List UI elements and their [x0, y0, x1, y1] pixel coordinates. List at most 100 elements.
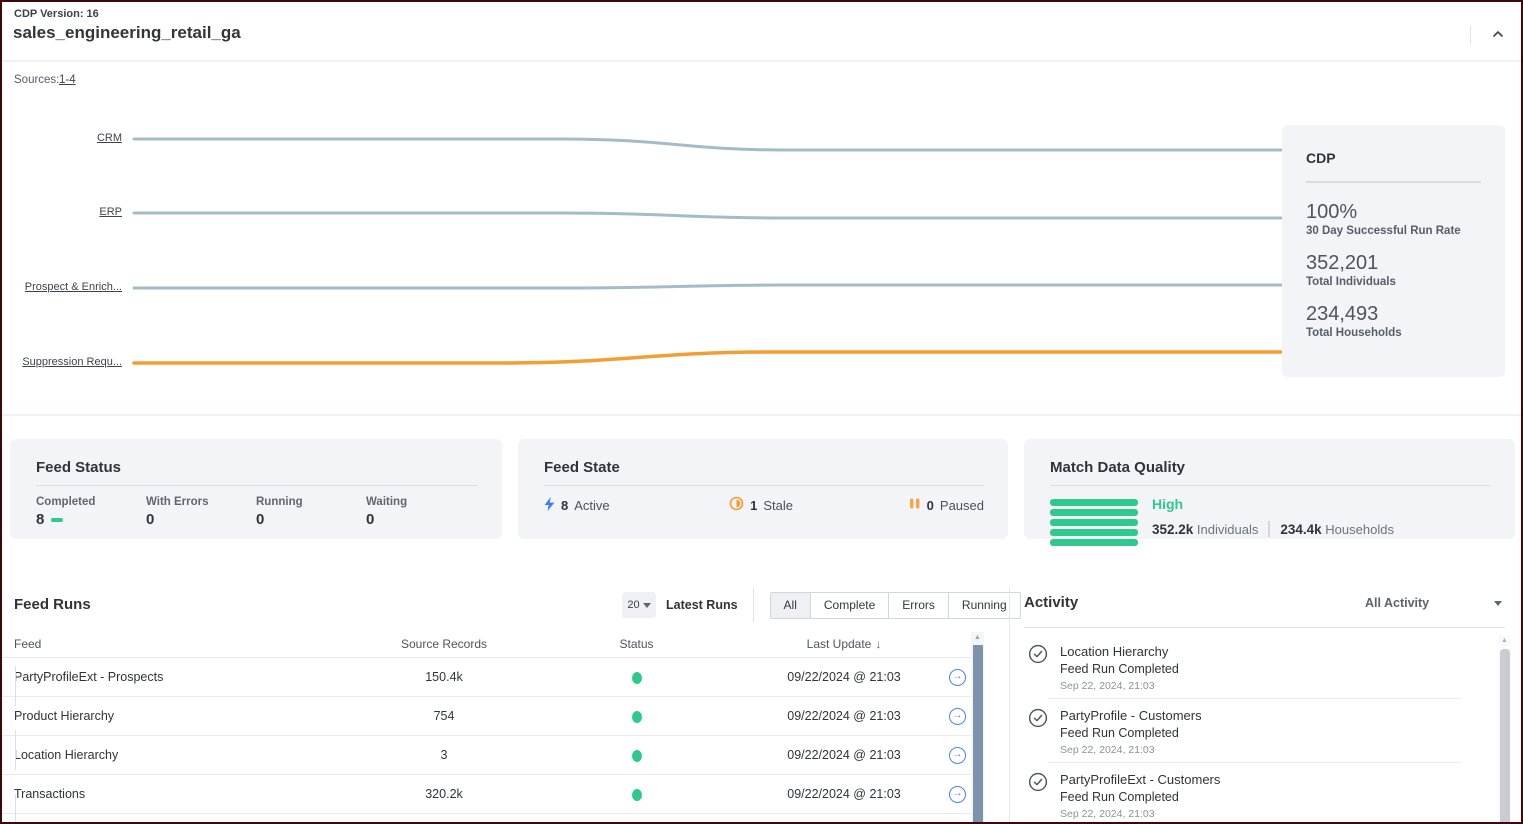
- timeline-connector: [15, 730, 16, 770]
- open-run-icon[interactable]: →: [949, 786, 966, 803]
- table-row: Location Hierarchy 3 09/22/2024 @ 21:03 …: [2, 735, 972, 774]
- activity-item[interactable]: PartyProfile - Customers Feed Run Comple…: [1024, 708, 1464, 756]
- sort-desc-icon: ↓: [875, 637, 881, 651]
- filter-errors-button[interactable]: Errors: [889, 592, 949, 619]
- collapse-panel-button[interactable]: [1488, 26, 1508, 46]
- running-label: Running: [256, 496, 366, 508]
- source-node-erp[interactable]: ERP: [2, 206, 122, 218]
- cdp-version-label: CDP Version: 16: [14, 8, 99, 20]
- quality-households-label: Households: [1325, 522, 1394, 537]
- source-node-crm[interactable]: CRM: [2, 132, 122, 144]
- activity-item[interactable]: Location Hierarchy Feed Run Completed Se…: [1024, 644, 1464, 692]
- row-feed-name: Transactions: [2, 787, 379, 801]
- paused-label: Paused: [940, 498, 984, 513]
- match-quality-card: Match Data Quality High 352.2k Individua…: [1024, 439, 1515, 539]
- page-title: sales_engineering_retail_ga: [13, 23, 241, 43]
- activity-event: Feed Run Completed: [1060, 662, 1464, 676]
- col-feed: Feed: [2, 637, 379, 651]
- chevron-up-icon: [1491, 27, 1505, 46]
- filter-all-button[interactable]: All: [770, 592, 811, 619]
- lightning-icon: [544, 497, 555, 514]
- row-feed-name: PartyProfileExt - Prospects: [2, 670, 379, 684]
- match-quality-title: Match Data Quality: [1050, 459, 1491, 476]
- completed-label: Completed: [36, 496, 146, 508]
- source-node-prospect[interactable]: Prospect & Enrich...: [2, 281, 122, 293]
- activity-item-divider: [1048, 698, 1462, 699]
- latest-runs-label: Latest Runs: [666, 598, 738, 612]
- header-bottom-border: [2, 60, 1521, 62]
- stale-icon: [729, 496, 744, 514]
- with-errors-value: 0: [146, 511, 154, 528]
- filter-complete-button[interactable]: Complete: [811, 592, 889, 619]
- flow-line-suppression: [134, 352, 1284, 363]
- feed-status-card: Feed Status Completed 8 With Errors 0 Ru…: [10, 439, 502, 539]
- open-run-icon[interactable]: →: [949, 708, 966, 725]
- scroll-up-icon[interactable]: ▲: [1498, 635, 1511, 644]
- row-records: 3: [379, 748, 509, 762]
- col-status: Status: [509, 637, 764, 651]
- feed-status-title: Feed Status: [36, 459, 478, 476]
- run-filter-group: All Complete Errors Running: [770, 592, 1021, 619]
- open-run-icon[interactable]: →: [949, 669, 966, 686]
- activity-feed-name: PartyProfileExt - Customers: [1060, 772, 1464, 787]
- timeline-connector: [15, 666, 16, 706]
- activity-item-divider: [1048, 762, 1462, 763]
- flow-line-prospect: [134, 285, 1284, 288]
- table-scrollbar-thumb[interactable]: [973, 645, 983, 822]
- status-dot: [632, 789, 642, 801]
- total-individuals-value: 352,201: [1306, 252, 1481, 274]
- cdp-summary-panel: CDP 100% 30 Day Successful Run Rate 352,…: [1282, 125, 1505, 377]
- col-last-update[interactable]: Last Update↓: [764, 637, 924, 651]
- activity-item[interactable]: PartyProfileExt - Customers Feed Run Com…: [1024, 772, 1464, 820]
- quality-individuals-value: 352.2k: [1152, 522, 1193, 537]
- stale-label: Stale: [763, 498, 793, 513]
- match-quality-divider: [1050, 485, 1491, 486]
- activity-feed-name: Location Hierarchy: [1060, 644, 1464, 659]
- feed-runs-table: Feed Source Records Status Last Update↓ …: [2, 630, 972, 814]
- activity-divider: [1024, 627, 1505, 628]
- stale-count: 1: [750, 498, 757, 513]
- activity-feed-name: PartyProfile - Customers: [1060, 708, 1464, 723]
- quality-households-value: 234.4k: [1280, 522, 1321, 537]
- timeline-connector: [15, 794, 16, 824]
- feed-state-divider: [544, 485, 984, 486]
- activity-title: Activity: [1024, 594, 1078, 611]
- activity-filter-select[interactable]: All Activity: [1302, 596, 1502, 610]
- caret-down-icon: [1494, 601, 1502, 606]
- panel-divider: [1009, 587, 1010, 824]
- page-size-select[interactable]: 20: [622, 592, 656, 618]
- active-label: Active: [574, 498, 609, 513]
- table-row: PartyProfileExt - Prospects 150.4k 09/22…: [2, 657, 972, 696]
- table-row: Product Hierarchy 754 09/22/2024 @ 21:03…: [2, 696, 972, 735]
- sources-range-link[interactable]: 1-4: [59, 74, 76, 86]
- source-node-suppression[interactable]: Suppression Requ...: [2, 356, 122, 368]
- table-header-row: Feed Source Records Status Last Update↓: [2, 630, 972, 657]
- quality-rating: High: [1152, 496, 1394, 512]
- page-size-value: 20: [627, 599, 639, 611]
- flow-line-erp: [134, 213, 1284, 218]
- row-records: 150.4k: [379, 670, 509, 684]
- feed-status-divider: [36, 485, 478, 486]
- status-dot: [632, 750, 642, 762]
- open-run-icon[interactable]: →: [949, 747, 966, 764]
- running-value: 0: [256, 511, 264, 528]
- cdp-dashboard: CDP Version: 16 sales_engineering_retail…: [0, 0, 1523, 824]
- scroll-up-icon[interactable]: ▲: [971, 632, 984, 641]
- completed-value: 8: [36, 511, 44, 528]
- flow-line-crm: [134, 139, 1284, 150]
- activity-scrollbar-thumb[interactable]: [1500, 649, 1510, 824]
- row-records: 754: [379, 709, 509, 723]
- header-divider: [1470, 26, 1471, 44]
- quality-individuals-label: Individuals: [1197, 522, 1258, 537]
- total-individuals-label: Total Individuals: [1306, 276, 1481, 288]
- feed-state-card: Feed State 8 Active 1 Stale: [518, 439, 1008, 539]
- feed-runs-title: Feed Runs: [14, 596, 91, 613]
- activity-timestamp: Sep 22, 2024, 21:03: [1060, 744, 1464, 756]
- quality-meter-icon: [1050, 496, 1138, 546]
- row-updated: 09/22/2024 @ 21:03: [764, 709, 924, 723]
- row-updated: 09/22/2024 @ 21:03: [764, 787, 924, 801]
- activity-timestamp: Sep 22, 2024, 21:03: [1060, 680, 1464, 692]
- activity-filter-value: All Activity: [1365, 596, 1429, 610]
- feed-state-title: Feed State: [544, 459, 984, 476]
- table-row: Transactions 320.2k 09/22/2024 @ 21:03 →: [2, 774, 972, 813]
